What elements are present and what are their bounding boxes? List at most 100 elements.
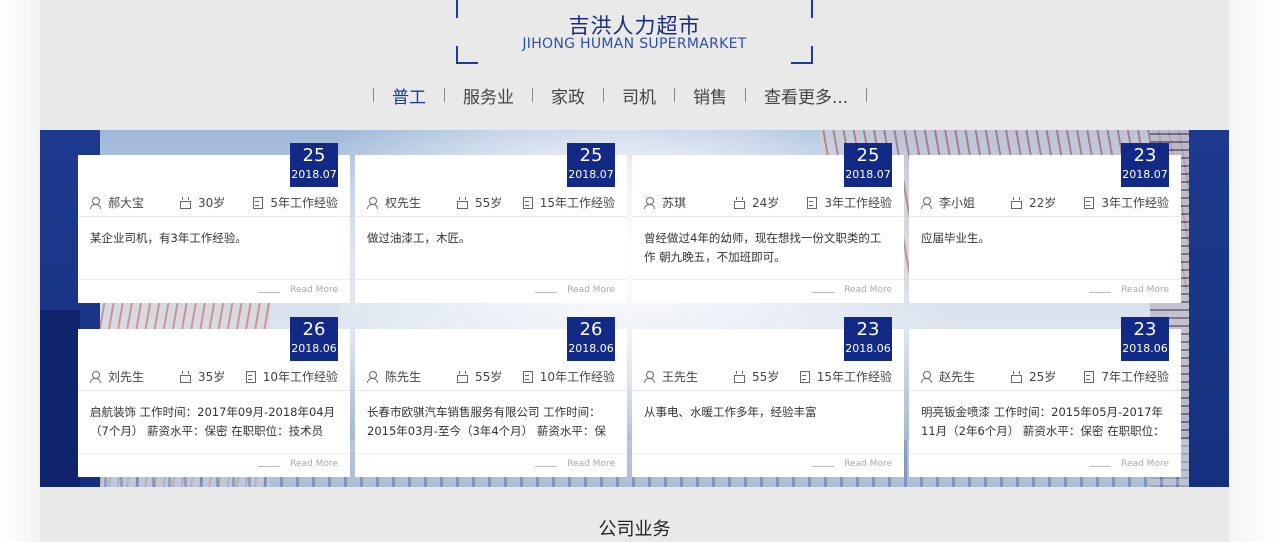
section-title: 公司业务 (598, 519, 671, 540)
candidate-name: 赵先生 (939, 370, 976, 384)
read-more-link[interactable]: Read More (844, 285, 892, 295)
date-day: 26 (579, 319, 603, 340)
read-more-link[interactable]: Read More (290, 285, 338, 295)
candidate-name-field: 李小姐 (921, 194, 975, 211)
candidate-age-field: 35岁 (180, 368, 225, 385)
date-badge: 26 2018.06 (567, 317, 615, 361)
candidate-experience: 5年工作经验 (270, 196, 338, 210)
date-day: 25 (579, 145, 603, 166)
candidate-exp-field: 7年工作经验 (1083, 368, 1169, 385)
candidate-meta: 权先生 55岁 15年工作经验 (355, 189, 627, 217)
nav-item-general-worker[interactable]: 普工 (374, 83, 444, 108)
card-footer: Read More (909, 279, 1181, 303)
person-icon (644, 371, 655, 383)
candidate-meta: 刘先生 35岁 10年工作经验 (78, 363, 350, 391)
card-footer: Read More (78, 279, 350, 303)
cake-icon (734, 197, 745, 209)
candidate-age: 55岁 (475, 370, 503, 384)
cake-icon (734, 371, 745, 383)
date-day: 25 (302, 145, 326, 166)
candidate-card[interactable]: 25 2018.07 苏琪 24岁 3年工作经验 曾经做过4年的幼师，现在想找一… (632, 143, 904, 303)
candidate-age: 35岁 (198, 370, 226, 384)
date-year-month: 2018.07 (568, 168, 614, 181)
date-year-month: 2018.06 (291, 342, 337, 355)
candidate-name-field: 刘先生 (90, 368, 144, 385)
candidate-card[interactable]: 26 2018.06 刘先生 35岁 10年工作经验 启航装饰 工作时间：201… (78, 317, 350, 477)
date-day: 26 (302, 319, 326, 340)
card-footer: Read More (355, 279, 627, 303)
nav-item-driver[interactable]: 司机 (604, 83, 674, 108)
divider (812, 292, 834, 293)
candidate-experience: 3年工作经验 (1101, 196, 1169, 210)
candidate-description: 启航装饰 工作时间：2017年09月-2018年04月（7个月） 薪资水平：保密… (90, 405, 336, 438)
banner-accent (1189, 130, 1229, 487)
candidate-description: 某企业司机，有3年工作经验。 (90, 231, 247, 245)
candidate-age-field: 55岁 (457, 194, 502, 211)
date-badge: 23 2018.07 (1121, 143, 1169, 187)
date-year-month: 2018.06 (568, 342, 614, 355)
document-icon (1083, 197, 1095, 209)
nav-item-housekeeping[interactable]: 家政 (533, 83, 603, 108)
candidate-card[interactable]: 25 2018.07 权先生 55岁 15年工作经验 做过油漆工，木匠。 Rea… (355, 143, 627, 303)
candidate-experience: 10年工作经验 (539, 370, 615, 384)
candidate-card[interactable]: 26 2018.06 陈先生 55岁 10年工作经验 长春市欧骐汽车销售服务有限… (355, 317, 627, 477)
candidate-age-field: 25岁 (1011, 368, 1056, 385)
candidate-experience: 15年工作经验 (539, 196, 615, 210)
candidate-meta: 李小姐 22岁 3年工作经验 (909, 189, 1181, 217)
divider (812, 466, 834, 467)
date-year-month: 2018.06 (1122, 342, 1168, 355)
document-icon (1083, 371, 1095, 383)
read-more-link[interactable]: Read More (844, 459, 892, 469)
document-icon (799, 371, 810, 383)
document-icon (245, 371, 256, 383)
person-icon (90, 371, 101, 383)
read-more-link[interactable]: Read More (1121, 459, 1169, 469)
candidate-meta: 郝大宝 30岁 5年工作经验 (78, 189, 350, 217)
nav-item-more[interactable]: 查看更多... (746, 83, 866, 108)
candidate-age-field: 30岁 (180, 194, 225, 211)
nav-item-sales[interactable]: 销售 (675, 83, 745, 108)
cake-icon (180, 197, 191, 209)
candidate-exp-field: 15年工作经验 (799, 368, 892, 385)
candidate-age: 55岁 (752, 370, 780, 384)
candidate-exp-field: 10年工作经验 (522, 368, 615, 385)
candidate-name: 苏琪 (662, 196, 687, 210)
divider (258, 292, 280, 293)
candidate-description: 曾经做过4年的幼师，现在想找一份文职类的工作 朝九晚五，不加班即可。 (644, 231, 882, 264)
candidate-meta: 陈先生 55岁 10年工作经验 (355, 363, 627, 391)
date-badge: 25 2018.07 (844, 143, 892, 187)
card-footer: Read More (355, 453, 627, 477)
cake-icon (180, 371, 191, 383)
candidate-experience: 3年工作经验 (824, 196, 892, 210)
candidate-age: 30岁 (198, 196, 226, 210)
divider (258, 466, 280, 467)
read-more-link[interactable]: Read More (567, 285, 615, 295)
date-year-month: 2018.07 (1122, 168, 1168, 181)
nav-item-service[interactable]: 服务业 (445, 83, 532, 108)
divider (535, 466, 557, 467)
candidate-description: 长春市欧骐汽车销售服务有限公司 工作时间：2015年03月-至今（3年4个月） … (367, 405, 606, 438)
date-day: 23 (1133, 145, 1157, 166)
date-badge: 25 2018.07 (567, 143, 615, 187)
candidate-name-field: 王先生 (644, 368, 698, 385)
candidate-card[interactable]: 23 2018.07 李小姐 22岁 3年工作经验 应届毕业生。 Read Mo… (909, 143, 1181, 303)
date-year-month: 2018.06 (845, 342, 891, 355)
candidate-exp-field: 15年工作经验 (522, 194, 615, 211)
cake-icon (1011, 197, 1022, 209)
candidate-card[interactable]: 25 2018.07 郝大宝 30岁 5年工作经验 某企业司机，有3年工作经验。… (78, 143, 350, 303)
document-icon (522, 197, 533, 209)
candidate-age-field: 24岁 (734, 194, 779, 211)
read-more-link[interactable]: Read More (1121, 285, 1169, 295)
candidate-meta: 王先生 55岁 15年工作经验 (632, 363, 904, 391)
date-year-month: 2018.07 (845, 168, 891, 181)
read-more-link[interactable]: Read More (290, 459, 338, 469)
candidate-card[interactable]: 23 2018.06 王先生 55岁 15年工作经验 从事电、水暖工作多年，经验… (632, 317, 904, 477)
read-more-link[interactable]: Read More (567, 459, 615, 469)
candidate-age-field: 55岁 (734, 368, 779, 385)
divider (1089, 292, 1111, 293)
date-year-month: 2018.07 (291, 168, 337, 181)
candidate-card[interactable]: 23 2018.06 赵先生 25岁 7年工作经验 明亮钣金喷漆 工作时间：20… (909, 317, 1181, 477)
candidate-name-field: 郝大宝 (90, 194, 144, 211)
category-nav: 普工 服务业 家政 司机 销售 查看更多... (373, 82, 868, 108)
candidate-exp-field: 3年工作经验 (806, 194, 892, 211)
